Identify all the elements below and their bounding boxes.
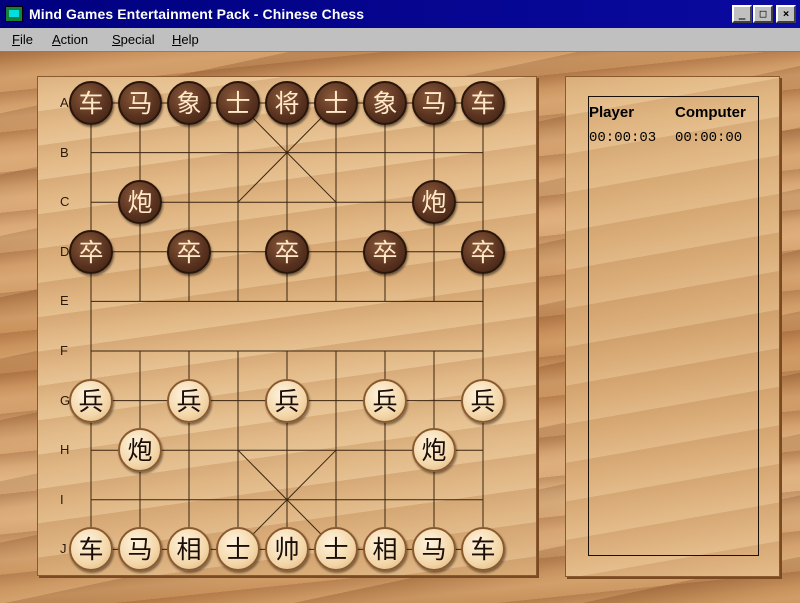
row-label: I [60, 491, 64, 507]
menu-help[interactable]: Help [172, 32, 199, 47]
red-piece[interactable]: 炮 [412, 428, 456, 473]
row-label: A [60, 95, 69, 110]
row-label: E [60, 293, 69, 309]
computer-timer: 00:00:00 [675, 130, 743, 146]
row-label: J [60, 541, 67, 557]
menu-action[interactable]: Action [52, 32, 88, 47]
player-label: Player [589, 104, 635, 121]
red-piece[interactable]: 兵 [167, 378, 211, 423]
red-piece[interactable]: 兵 [363, 378, 407, 423]
black-piece[interactable]: 将 [265, 81, 309, 125]
player-timer: 00:00:03 [589, 130, 657, 146]
black-piece[interactable]: 卒 [69, 229, 113, 274]
row-label: D [60, 243, 70, 259]
maximize-button[interactable]: □ [753, 5, 773, 23]
status-box: Player Computer 00:00:03 00:00:00 [588, 96, 759, 556]
row-label: B [60, 144, 69, 160]
black-piece[interactable]: 炮 [118, 180, 162, 225]
row-label: C [60, 194, 70, 210]
status-panel: Player Computer 00:00:03 00:00:00 [565, 76, 780, 577]
menu-file[interactable]: File [12, 32, 33, 47]
app-icon[interactable] [5, 6, 23, 22]
black-piece[interactable]: 车 [461, 81, 505, 125]
black-piece[interactable]: 象 [167, 81, 211, 125]
menu-special[interactable]: Special [112, 32, 155, 47]
computer-label: Computer [675, 104, 746, 121]
black-piece[interactable]: 士 [314, 81, 358, 125]
window-title: Mind Games Entertainment Pack - Chinese … [29, 6, 365, 22]
black-piece[interactable]: 象 [363, 81, 407, 125]
board-panel: ABCDEFGHIJ 车马象士将士象马车炮炮卒卒卒卒卒兵兵兵兵兵炮炮车马相士帅士… [37, 76, 537, 576]
black-piece[interactable]: 卒 [363, 229, 407, 274]
menu-bar: File Action Special Help [0, 28, 800, 52]
black-piece[interactable]: 卒 [265, 229, 309, 274]
game-area: ABCDEFGHIJ 车马象士将士象马车炮炮卒卒卒卒卒兵兵兵兵兵炮炮车马相士帅士… [0, 52, 800, 603]
row-label: F [60, 343, 68, 358]
minimize-button[interactable]: _ [732, 5, 752, 23]
red-piece[interactable]: 兵 [69, 378, 113, 423]
title-bar[interactable]: Mind Games Entertainment Pack - Chinese … [0, 0, 800, 28]
black-piece[interactable]: 士 [216, 81, 260, 125]
black-piece[interactable]: 马 [118, 81, 162, 125]
close-button[interactable]: × [776, 5, 796, 23]
black-piece[interactable]: 炮 [412, 180, 456, 225]
black-piece[interactable]: 卒 [167, 229, 211, 274]
row-label: H [60, 442, 70, 458]
black-piece[interactable]: 马 [412, 81, 456, 125]
black-piece[interactable]: 车 [69, 81, 113, 125]
red-piece[interactable]: 炮 [118, 428, 162, 473]
board-grid[interactable] [38, 77, 538, 577]
black-piece[interactable]: 卒 [461, 229, 505, 274]
red-piece[interactable]: 兵 [265, 378, 309, 423]
red-piece[interactable]: 兵 [461, 378, 505, 423]
